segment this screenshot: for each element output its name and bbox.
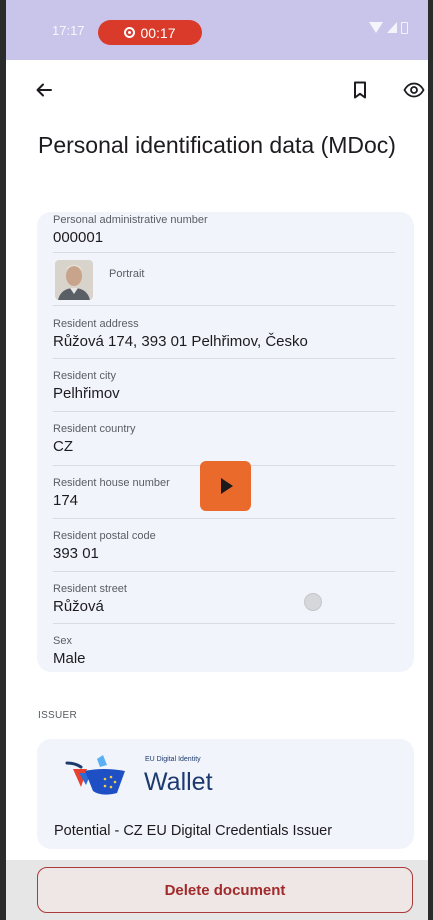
field-value: 174 (53, 492, 79, 509)
field-label: Resident street (53, 583, 127, 595)
field-sex: Sex Male (53, 623, 395, 672)
document-details-card: Personal administrative number 000001 Po… (37, 212, 414, 672)
signal-icon (387, 22, 397, 33)
logo-wordmark: Wallet (144, 768, 213, 796)
field-value: Pelhřimov (53, 385, 120, 402)
field-label: Portrait (109, 268, 145, 280)
logo-caption: EU Digital Identity (145, 756, 201, 763)
field-label: Resident address (53, 318, 139, 330)
field-street: Resident street Růžová (53, 571, 395, 624)
wifi-icon (369, 22, 383, 33)
field-portrait: Portrait (53, 252, 395, 306)
top-app-bar (6, 62, 428, 118)
field-label: Sex (53, 635, 72, 647)
field-value: CZ (53, 438, 73, 455)
field-value: 000001 (53, 229, 104, 246)
field-value: Male (53, 650, 86, 667)
field-postal-code: Resident postal code 393 01 (53, 518, 395, 572)
visibility-button[interactable] (398, 74, 430, 106)
record-timer: 00:17 (140, 24, 176, 41)
field-city: Resident city Pelhřimov (53, 358, 395, 412)
issuer-name: Potential - CZ EU Digital Credentials Is… (54, 823, 333, 839)
battery-icon (401, 22, 408, 34)
field-label: Personal administrative number (53, 214, 208, 226)
back-button[interactable] (28, 74, 60, 106)
portrait-image[interactable] (55, 260, 93, 300)
page-title: Personal identification data (MDoc) (38, 132, 396, 158)
status-bar: 17:17 00:17 (6, 0, 428, 60)
field-value: Růžová (53, 598, 104, 615)
play-icon (221, 478, 233, 494)
device-frame-right (428, 0, 433, 920)
device-frame-left (0, 0, 6, 920)
field-label: Resident postal code (53, 530, 156, 542)
back-arrow-icon (36, 83, 52, 97)
status-time: 17:17 (52, 23, 85, 38)
eye-icon (403, 82, 425, 98)
issuer-section-label: ISSUER (38, 710, 78, 721)
field-admin-number: Personal administrative number 000001 (53, 212, 395, 253)
bookmark-button[interactable] (344, 74, 376, 106)
field-country: Resident country CZ (53, 411, 395, 466)
screen-record-pill[interactable]: 00:17 (98, 20, 202, 45)
eu-wallet-logo (65, 755, 125, 795)
field-value: 393 01 (53, 545, 99, 562)
delete-document-button[interactable]: Delete document (37, 867, 413, 913)
field-value: Růžová 174, 393 01 Pelhřimov, Česko (53, 333, 308, 350)
play-overlay-button[interactable] (200, 461, 251, 511)
field-address: Resident address Růžová 174, 393 01 Pelh… (53, 305, 395, 359)
touch-indicator (304, 593, 322, 611)
bookmark-icon (354, 81, 366, 99)
record-icon (124, 27, 136, 38)
field-label: Resident house number (53, 477, 170, 489)
status-icons (369, 22, 408, 34)
field-label: Resident city (53, 370, 116, 382)
field-label: Resident country (53, 423, 136, 435)
issuer-card: EU Digital Identity Wallet Potential - C… (37, 739, 414, 849)
